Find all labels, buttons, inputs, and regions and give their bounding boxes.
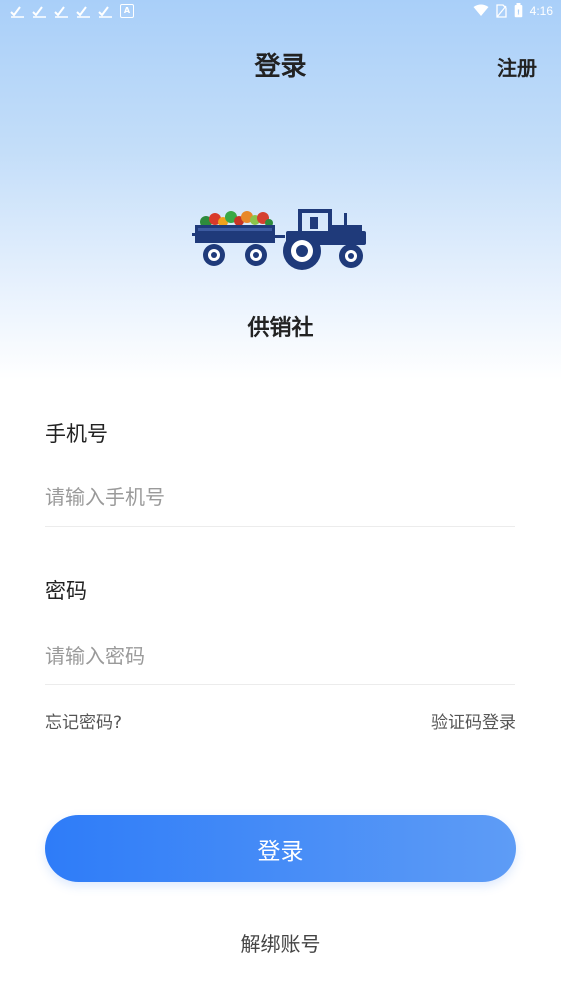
sms-login-link[interactable]: 验证码登录 — [431, 708, 516, 733]
brand-name: 供销社 — [247, 316, 314, 341]
check-icon — [32, 6, 46, 18]
password-label: 密码 — [45, 579, 87, 603]
system-icons: ! 4:16 — [473, 3, 553, 18]
forgot-password-link[interactable]: 忘记密码? — [45, 708, 122, 733]
notification-icons: A — [10, 4, 134, 18]
a-icon: A — [120, 4, 134, 18]
status-bar: A ! 4:16 — [0, 0, 561, 24]
check-icon — [98, 6, 112, 18]
svg-text:!: ! — [517, 9, 520, 17]
check-icon — [76, 6, 90, 18]
battery-icon: ! — [514, 3, 522, 18]
sim-icon — [495, 3, 507, 18]
check-icon — [54, 6, 68, 18]
tractor-icon — [192, 209, 366, 270]
check-icon — [10, 6, 24, 18]
phone-divider — [45, 526, 515, 527]
register-link[interactable]: 注册 — [497, 52, 537, 81]
password-divider — [45, 684, 515, 685]
phone-input[interactable] — [45, 477, 515, 517]
page-title: 登录 — [254, 52, 307, 82]
clock: 4:16 — [529, 3, 553, 18]
login-button[interactable]: 登录 — [45, 815, 516, 882]
wifi-icon — [473, 4, 489, 16]
phone-label: 手机号 — [45, 422, 108, 446]
password-input[interactable] — [45, 636, 515, 676]
unbind-account-link[interactable]: 解绑账号 — [0, 928, 561, 957]
